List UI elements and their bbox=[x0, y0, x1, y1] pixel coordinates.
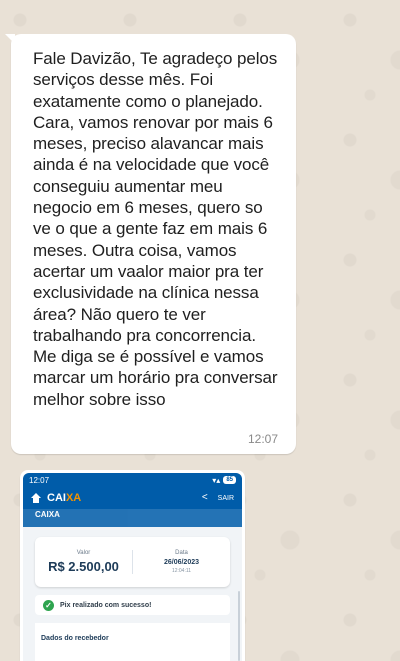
brand-text: CAI bbox=[47, 492, 66, 504]
time-value: 12:04:11 bbox=[171, 568, 192, 574]
image-message-bubble[interactable]: 12:07 ▾▴ 85 CAIXA < SAIR CAIXA Valor R$ … bbox=[20, 470, 245, 661]
check-icon: ✓ bbox=[43, 599, 54, 611]
date-label: Data bbox=[175, 550, 188, 556]
success-text: Pix realizado com sucesso! bbox=[60, 601, 152, 609]
date-column: Data 26/06/2023 12:04:11 bbox=[132, 550, 230, 574]
date-value: 26/06/2023 bbox=[163, 559, 200, 566]
amount-value: R$ 2.500,00 bbox=[48, 559, 119, 574]
bank-app-header: CAIXA < SAIR bbox=[23, 487, 242, 509]
message-timestamp: 12:07 bbox=[247, 432, 278, 446]
status-time: 12:07 bbox=[29, 475, 50, 485]
bank-sub-header: CAIXA bbox=[23, 509, 242, 527]
signal-icon: ▾▴ bbox=[212, 475, 221, 485]
amount-column: Valor R$ 2.500,00 bbox=[35, 550, 132, 574]
payment-summary-card: Valor R$ 2.500,00 Data 26/06/2023 12:04:… bbox=[35, 537, 230, 587]
success-banner: ✓ Pix realizado com sucesso! bbox=[35, 595, 230, 615]
home-icon bbox=[31, 493, 41, 503]
receiver-title: Dados do recebedor bbox=[41, 635, 109, 642]
share-icon: < bbox=[201, 492, 208, 503]
receiver-section: Dados do recebedor bbox=[35, 623, 230, 661]
incoming-message-bubble[interactable]: Fale Davizão, Te agradeço pelos serviços… bbox=[5, 34, 296, 454]
exit-label: SAIR bbox=[217, 494, 234, 502]
message-text: Fale Davizão, Te agradeço pelos serviços… bbox=[33, 49, 278, 409]
receipt-screenshot[interactable]: 12:07 ▾▴ 85 CAIXA < SAIR CAIXA Valor R$ … bbox=[23, 473, 242, 661]
bank-logo: CAIXA bbox=[31, 492, 81, 504]
phone-status-bar: 12:07 ▾▴ 85 bbox=[23, 473, 242, 487]
scrollbar bbox=[238, 591, 240, 661]
battery-icon: 85 bbox=[223, 476, 236, 484]
amount-label: Valor bbox=[76, 550, 91, 556]
brand-accent: XA bbox=[65, 492, 82, 504]
